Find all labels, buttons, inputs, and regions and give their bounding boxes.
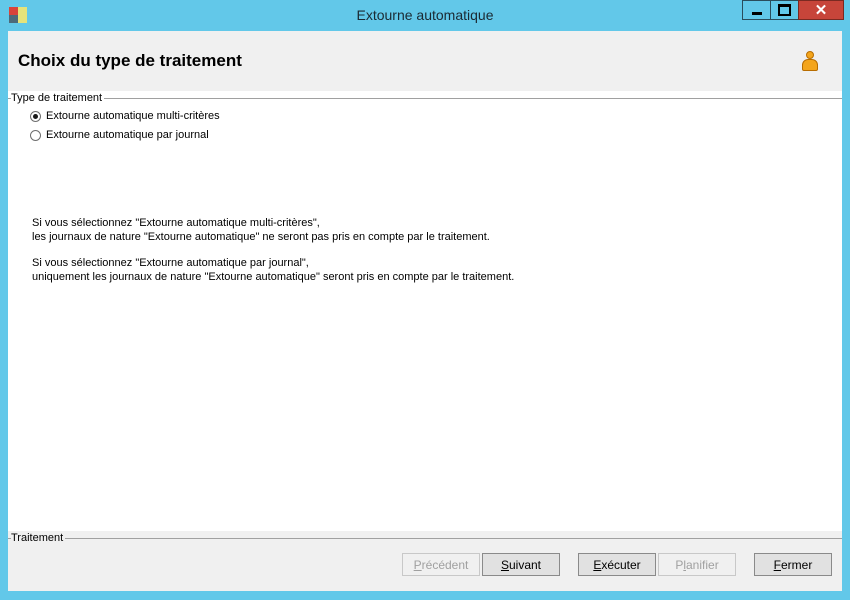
close-button[interactable]: ✕	[798, 0, 844, 20]
type-group-divider	[8, 98, 842, 99]
person-icon	[801, 51, 819, 73]
info-line: Si vous sélectionnez "Extourne automatiq…	[32, 217, 320, 229]
radio-label: Extourne automatique par journal	[46, 129, 209, 141]
title-bar[interactable]: Extourne automatique ✕	[0, 0, 850, 31]
planifier-button[interactable]: Pl anifier	[658, 553, 736, 576]
suivant-button[interactable]: Suivant	[482, 553, 560, 576]
page-title: Choix du type de traitement	[18, 51, 242, 70]
maximize-icon	[778, 4, 791, 16]
footer-group-divider	[8, 538, 842, 539]
minimize-button[interactable]	[742, 0, 771, 20]
info-paragraph-1: Si vous sélectionnez "Extourne automatiq…	[32, 216, 490, 244]
radio-option-par-journal[interactable]: Extourne automatique par journal	[30, 129, 209, 141]
step-header: Choix du type de traitement	[8, 31, 842, 91]
executer-button[interactable]: Exécuter	[578, 553, 656, 576]
info-line: Si vous sélectionnez "Extourne automatiq…	[32, 257, 309, 269]
dialog-client: Choix du type de traitement Type de trai…	[8, 31, 842, 591]
info-line: les journaux de nature "Extourne automat…	[32, 231, 490, 243]
fermer-button[interactable]: Fermer	[754, 553, 832, 576]
type-group-label: Type de traitement	[11, 92, 105, 104]
info-paragraph-2: Si vous sélectionnez "Extourne automatiq…	[32, 256, 514, 284]
minimize-icon	[751, 11, 762, 15]
main-window: Extourne automatique ✕ Choix du type de …	[0, 0, 850, 600]
footer-group-label: Traitement	[11, 532, 66, 544]
info-line: uniquement les journaux de nature "Extou…	[32, 271, 515, 283]
radio-label: Extourne automatique multi-critères	[46, 110, 220, 122]
maximize-button[interactable]	[770, 0, 799, 20]
radio-option-multi-criteres[interactable]: Extourne automatique multi-critères	[30, 110, 220, 122]
window-title: Extourne automatique	[356, 7, 494, 23]
radio-button-unchecked[interactable]	[30, 129, 41, 141]
precedent-button[interactable]: Précédent	[402, 553, 480, 576]
radio-button-checked[interactable]	[30, 110, 41, 122]
close-icon: ✕	[814, 1, 828, 19]
